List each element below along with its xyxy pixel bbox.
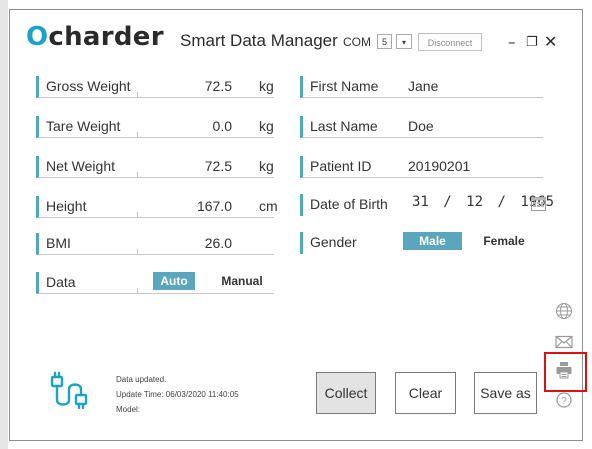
tare-weight-value: 0.0 [212,118,232,134]
bmi-value: 26.0 [204,235,232,251]
svg-text:?: ? [561,396,567,407]
com-label: COM [343,35,371,49]
field-label: Date of Birth [310,196,388,212]
charder-logo: Ocharder [26,22,164,52]
left-window-edge [0,0,8,449]
close-icon[interactable]: ✕ [544,32,557,51]
app-title: Smart Data Manager [180,31,338,50]
patient-id-value[interactable]: 20190201 [408,158,470,174]
unit-label: kg [259,158,274,174]
male-toggle[interactable]: Male [403,232,462,250]
calendar-icon[interactable] [531,196,546,211]
status-message: Data updated. [116,375,167,384]
field-label: Net Weight [46,158,115,174]
field-label: Data [46,274,76,290]
date-of-birth-field: Date of Birth [300,194,404,216]
field-label: Tare Weight [46,118,121,134]
model-label: Model: [116,405,141,414]
auto-toggle[interactable]: Auto [153,272,195,290]
printer-highlight-box [544,352,587,392]
dob-month[interactable]: 12 [466,194,483,210]
save-as-button[interactable]: Save as [474,372,537,414]
last-name-value[interactable]: Doe [408,118,434,134]
com-dropdown-arrow-icon[interactable]: ▾ [396,34,412,49]
gender-field: Gender [300,232,396,254]
height-field: Height 167.0 cm [36,196,278,218]
field-label: Patient ID [310,158,372,174]
female-toggle[interactable]: Female [478,232,530,250]
field-label: Last Name [310,118,378,134]
tare-weight-field: Tare Weight 0.0 kg [36,116,274,138]
scale-connection-icon [48,371,100,415]
gross-weight-value: 72.5 [204,78,232,94]
unit-label: cm [259,198,278,214]
globe-icon[interactable] [555,302,573,320]
manual-toggle[interactable]: Manual [216,272,268,290]
gross-weight-field: Gross Weight 72.5 kg [36,76,274,98]
field-label: BMI [46,235,71,251]
dob-day[interactable]: 31 [412,194,429,210]
height-value: 167.0 [196,198,232,214]
clear-button[interactable]: Clear [395,372,456,414]
last-name-field[interactable]: Last Name Doe [300,116,543,138]
disconnect-button[interactable]: Disconnect [418,33,482,51]
mail-icon[interactable] [555,333,573,351]
patient-id-field[interactable]: Patient ID 20190201 [300,156,543,178]
net-weight-field: Net Weight 72.5 kg [36,156,274,178]
help-icon[interactable]: ? [555,391,573,409]
dob-separator: / [497,194,506,210]
field-label: Gender [310,234,357,250]
dob-separator: / [443,194,452,210]
field-label: Height [46,198,87,214]
first-name-value[interactable]: Jane [408,78,438,94]
com-port-select[interactable]: 5 [377,34,392,49]
restore-icon[interactable]: ❐ [526,35,538,50]
field-label: First Name [310,78,379,94]
collect-button[interactable]: Collect [316,372,376,414]
update-time: Update Time: 06/03/2020 11:40:05 [116,390,239,399]
unit-label: kg [259,78,274,94]
first-name-field[interactable]: First Name Jane [300,76,543,98]
bmi-field: BMI 26.0 [36,233,274,255]
unit-label: kg [259,118,274,134]
net-weight-value: 72.5 [204,158,232,174]
minimize-icon[interactable]: – [508,33,516,51]
field-label: Gross Weight [46,78,131,94]
